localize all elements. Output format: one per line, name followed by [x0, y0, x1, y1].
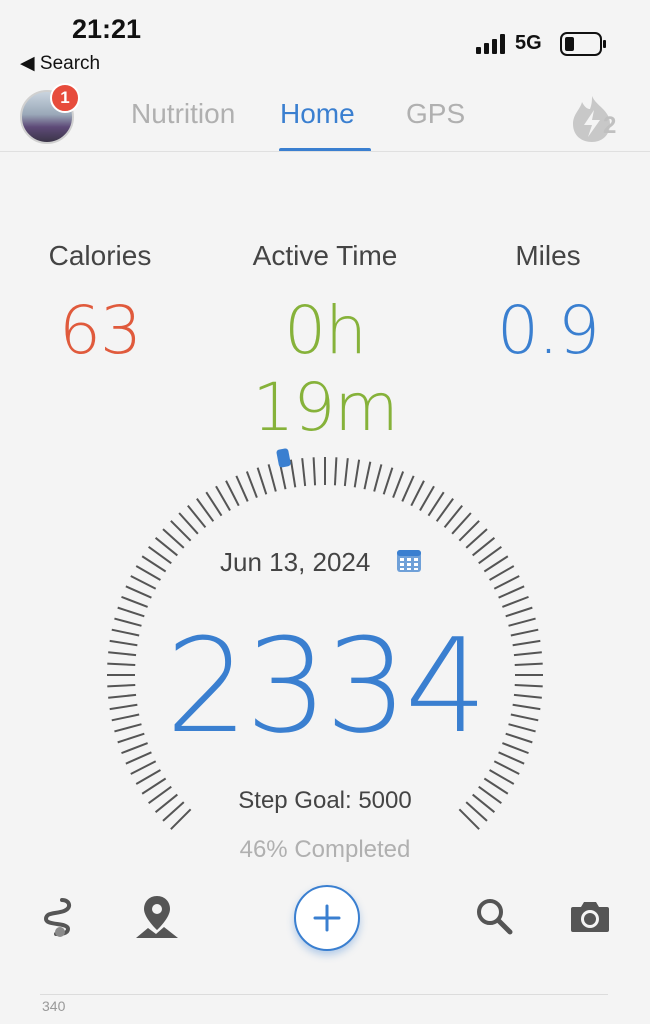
- route-icon[interactable]: [40, 896, 80, 940]
- dial-tick: [205, 491, 223, 517]
- dial-tick: [483, 555, 509, 573]
- add-icon: [313, 904, 341, 932]
- dial-tick: [502, 595, 529, 608]
- dial-tick: [256, 467, 268, 495]
- header-divider: [0, 151, 650, 152]
- search-icon[interactable]: [474, 896, 514, 936]
- flame-icon: [573, 96, 610, 142]
- camera-icon[interactable]: [569, 898, 611, 934]
- dial-tick: [301, 458, 307, 487]
- calories-label: Calories: [48, 240, 152, 271]
- dial-tick: [478, 546, 502, 565]
- streak-count: 2: [603, 112, 617, 139]
- dial-tick: [353, 459, 361, 488]
- tab-home[interactable]: Home: [280, 98, 355, 130]
- dial-tick: [498, 585, 525, 599]
- dial-tick: [215, 485, 231, 511]
- footer-divider: [40, 994, 608, 995]
- dial-tick: [419, 485, 435, 511]
- dial-tick: [148, 546, 172, 565]
- calories-value: 63: [59, 292, 142, 369]
- dial-tick: [493, 575, 520, 590]
- dial-tick: [130, 575, 157, 590]
- dial-tick: [427, 491, 445, 517]
- dial-tick: [382, 467, 394, 495]
- miles-value: 0.9: [497, 292, 600, 369]
- miles-label: Miles: [515, 240, 581, 271]
- completion-percent: 46% Completed: [239, 836, 411, 863]
- dial-tick: [493, 760, 520, 775]
- dial-tick: [410, 480, 425, 507]
- streak-button[interactable]: 2: [570, 94, 626, 149]
- dial-tick: [489, 769, 515, 785]
- dial-tick: [225, 480, 240, 507]
- dial-tick: [333, 457, 338, 486]
- dial-tick: [435, 498, 454, 522]
- step-count: 2334: [165, 610, 488, 762]
- step-goal: Step Goal: 5000: [238, 787, 412, 814]
- add-button[interactable]: [294, 885, 360, 951]
- dial-tick: [363, 461, 372, 490]
- tab-nutrition[interactable]: Nutrition: [131, 98, 235, 130]
- battery-icon: [560, 32, 606, 56]
- footer-value: 340: [42, 998, 66, 1014]
- dial-tick: [125, 585, 152, 599]
- dial-tick: [343, 458, 349, 487]
- dial-tick: [401, 475, 415, 502]
- dial-tick: [392, 471, 405, 498]
- network-label: 5G: [515, 32, 542, 54]
- back-to-search-link[interactable]: ◀ Search: [20, 52, 100, 75]
- signal-icon: [476, 34, 505, 54]
- dial-tick: [312, 457, 317, 486]
- active-time-label: Active Time: [252, 240, 398, 271]
- dial-tick: [196, 498, 215, 522]
- dial-tick: [235, 475, 249, 502]
- dial-tick: [121, 595, 148, 608]
- dial-tick: [373, 464, 383, 492]
- dial-tick: [135, 565, 161, 581]
- selected-date: Jun 13, 2024: [220, 547, 371, 577]
- dial-tick: [289, 459, 297, 488]
- dial-tick: [141, 555, 167, 573]
- calendar-icon[interactable]: [396, 548, 422, 574]
- dial-tick: [267, 464, 277, 492]
- status-time: 21:21: [72, 14, 142, 44]
- dial-tick: [135, 769, 161, 785]
- tab-gps[interactable]: GPS: [406, 98, 465, 130]
- dial-tick: [245, 471, 258, 498]
- dial-tick: [489, 565, 515, 581]
- progress-marker: [276, 448, 291, 468]
- map-pin-icon[interactable]: [134, 894, 180, 940]
- notification-badge: 1: [50, 83, 80, 113]
- dial-tick: [130, 760, 157, 775]
